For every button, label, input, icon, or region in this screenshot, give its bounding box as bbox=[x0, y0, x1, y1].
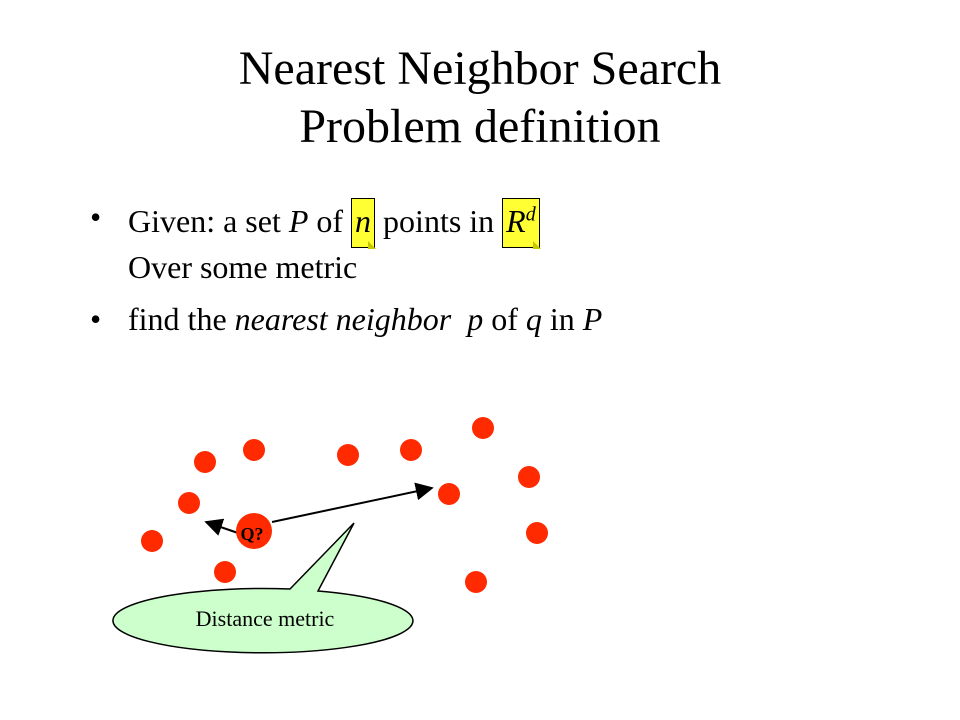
data-point bbox=[243, 439, 265, 461]
data-point bbox=[178, 492, 200, 514]
data-point bbox=[194, 451, 216, 473]
data-point bbox=[518, 466, 540, 488]
data-point bbox=[141, 530, 163, 552]
data-point bbox=[214, 561, 236, 583]
data-point bbox=[400, 439, 422, 461]
data-point bbox=[526, 522, 548, 544]
data-point bbox=[438, 483, 460, 505]
data-point bbox=[465, 571, 487, 593]
data-point bbox=[337, 444, 359, 466]
arrow-to-far-point bbox=[271, 482, 434, 523]
slide: Nearest Neighbor Search Problem definiti… bbox=[0, 0, 960, 720]
data-point bbox=[472, 417, 494, 439]
query-label: Q? bbox=[240, 524, 264, 544]
callout-label: Distance metric bbox=[195, 606, 335, 631]
